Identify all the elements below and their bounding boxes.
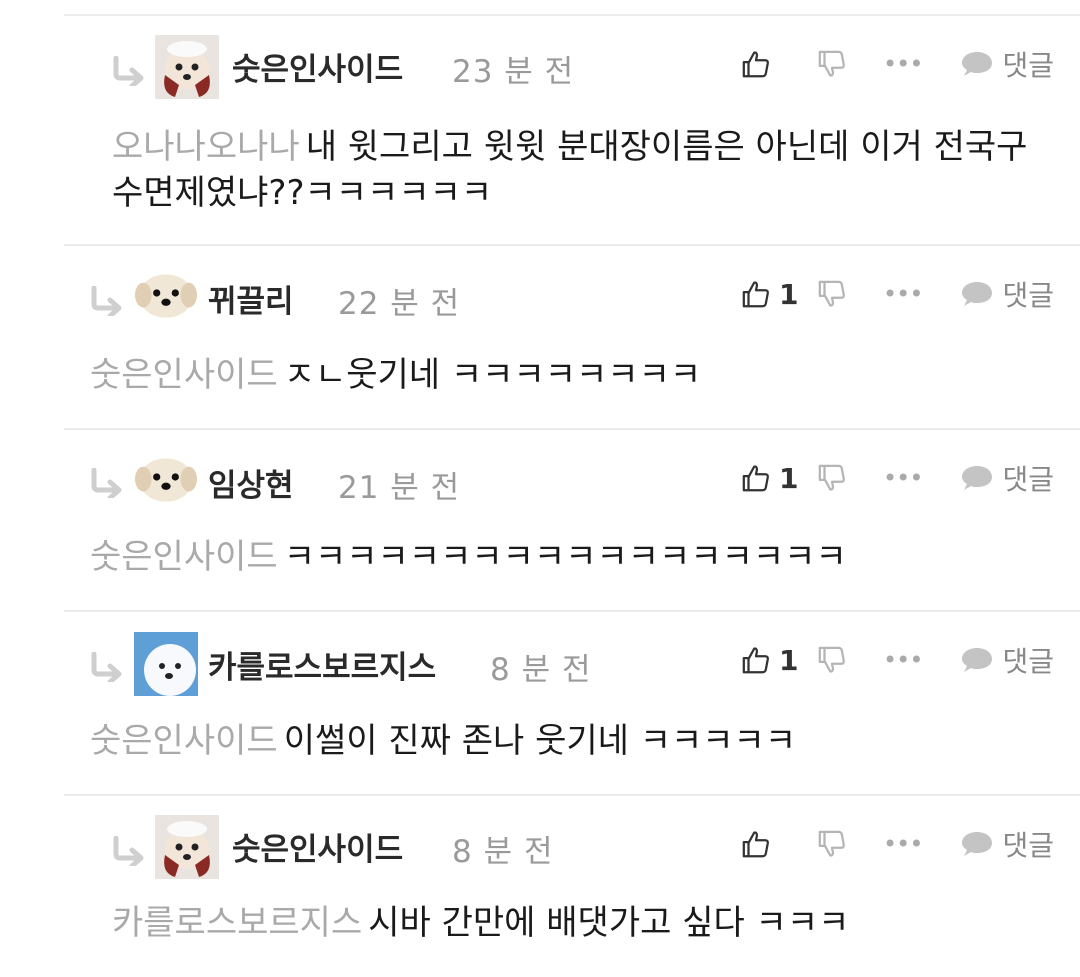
comment-actions: ••• 댓글 (741, 44, 1054, 84)
avatar[interactable] (135, 452, 197, 504)
dislike-button[interactable] (817, 829, 847, 859)
thumbs-up-icon (741, 645, 771, 675)
reply-button[interactable]: 댓글 (960, 44, 1054, 84)
more-icon[interactable]: ••• (883, 466, 923, 490)
comment-body: 숫은인사이드 ㅋㅋㅋㅋㅋㅋㅋㅋㅋㅋㅋㅋㅋㅋㅋㅋㅋㅋ (90, 534, 1050, 580)
more-icon[interactable]: ••• (883, 832, 923, 856)
reply-arrow-icon (90, 652, 126, 682)
reply-label: 댓글 (1002, 645, 1054, 678)
dislike-button[interactable] (817, 49, 847, 79)
comment-author[interactable]: 임상현 (208, 460, 294, 505)
divider (64, 14, 1080, 16)
avatar[interactable] (155, 814, 219, 880)
mention-link[interactable]: 오나나오나나 (112, 127, 300, 167)
like-count: 1 (779, 277, 799, 311)
mention-link[interactable]: 숫은인사이드 (90, 537, 278, 577)
divider (64, 428, 1080, 430)
reply-label: 댓글 (1002, 829, 1054, 862)
dislike-button[interactable] (817, 645, 847, 675)
reply-arrow-icon (90, 468, 126, 498)
comment-time: 22 분 전 (338, 286, 461, 322)
like-button[interactable]: 1 (741, 278, 801, 311)
reply-label: 댓글 (1002, 463, 1054, 496)
speech-bubble-icon (960, 279, 994, 309)
divider (64, 794, 1080, 796)
mention-link[interactable]: 카를로스보르지스 (112, 903, 362, 943)
reply-button[interactable]: 댓글 (960, 274, 1054, 314)
comment-body: 오나나오나나 내 윗그리고 윗윗 분대장이름은 아닌데 이거 전국구 수면제였냐?… (112, 124, 1052, 216)
thumbs-down-icon (817, 463, 847, 493)
speech-bubble-icon (960, 49, 994, 79)
avatar[interactable] (133, 632, 199, 696)
like-count: 1 (779, 461, 799, 495)
comment-author[interactable]: 숫은인사이드 (232, 44, 403, 89)
reply-arrow-icon (90, 286, 126, 316)
more-icon[interactable]: ••• (883, 648, 923, 672)
thumbs-up-icon (741, 463, 771, 493)
comment-actions: ••• 댓글 (741, 824, 1054, 864)
mention-link[interactable]: 숫은인사이드 (90, 355, 278, 395)
reply-button[interactable]: 댓글 (960, 458, 1054, 498)
thumbs-up-icon (741, 829, 771, 859)
dislike-button[interactable] (817, 463, 847, 493)
divider (64, 610, 1080, 612)
like-button[interactable] (741, 49, 801, 79)
thumbs-up-icon (741, 279, 771, 309)
speech-bubble-icon (960, 645, 994, 675)
comment-body: 숫은인사이드 이썰이 진짜 존나 웃기네 ㅋㅋㅋㅋㅋ (90, 718, 1050, 764)
divider (64, 244, 1080, 246)
avatar[interactable] (155, 34, 219, 100)
comment-time: 21 분 전 (338, 470, 461, 506)
more-icon[interactable]: ••• (883, 52, 923, 76)
like-button[interactable] (741, 829, 801, 859)
comment-actions: 1 ••• 댓글 (741, 640, 1054, 680)
comment-author[interactable]: 카를로스보르지스 (208, 642, 436, 687)
like-button[interactable]: 1 (741, 462, 801, 495)
like-button[interactable]: 1 (741, 644, 801, 677)
thumbs-down-icon (817, 279, 847, 309)
reply-label: 댓글 (1002, 279, 1054, 312)
comment-author[interactable]: 뀌끌리 (208, 276, 294, 321)
comment-time: 23 분 전 (452, 54, 575, 90)
reply-button[interactable]: 댓글 (960, 640, 1054, 680)
avatar[interactable] (135, 268, 197, 320)
reply-arrow-icon (112, 836, 148, 866)
reply-button[interactable]: 댓글 (960, 824, 1054, 864)
thumbs-down-icon (817, 829, 847, 859)
thumbs-down-icon (817, 645, 847, 675)
reply-arrow-icon (112, 56, 148, 86)
mention-link[interactable]: 숫은인사이드 (90, 721, 278, 761)
comment-body: 카를로스보르지스 시바 간만에 배댓가고 싶다 ㅋㅋㅋ (112, 900, 1052, 946)
comment-author[interactable]: 숫은인사이드 (232, 824, 403, 869)
thumbs-up-icon (741, 49, 771, 79)
reply-label: 댓글 (1002, 49, 1054, 82)
like-count: 1 (779, 643, 799, 677)
comment-actions: 1 ••• 댓글 (741, 458, 1054, 498)
more-icon[interactable]: ••• (883, 282, 923, 306)
dislike-button[interactable] (817, 279, 847, 309)
comment-text: ㅋㅋㅋㅋㅋㅋㅋㅋㅋㅋㅋㅋㅋㅋㅋㅋㅋㅋ (283, 537, 847, 577)
speech-bubble-icon (960, 463, 994, 493)
speech-bubble-icon (960, 829, 994, 859)
comment-time: 8 분 전 (452, 834, 554, 870)
comment-actions: 1 ••• 댓글 (741, 274, 1054, 314)
comment-body: 숫은인사이드 ㅈㄴ웃기네 ㅋㅋㅋㅋㅋㅋㅋㅋ (90, 352, 1050, 398)
comment-text: 이썰이 진짜 존나 웃기네 ㅋㅋㅋㅋㅋ (283, 721, 797, 761)
comment-time: 8 분 전 (490, 652, 592, 688)
comment-text: 시바 간만에 배댓가고 싶다 ㅋㅋㅋ (368, 903, 850, 943)
thumbs-down-icon (817, 49, 847, 79)
comment-text: ㅈㄴ웃기네 ㅋㅋㅋㅋㅋㅋㅋㅋ (283, 355, 702, 395)
